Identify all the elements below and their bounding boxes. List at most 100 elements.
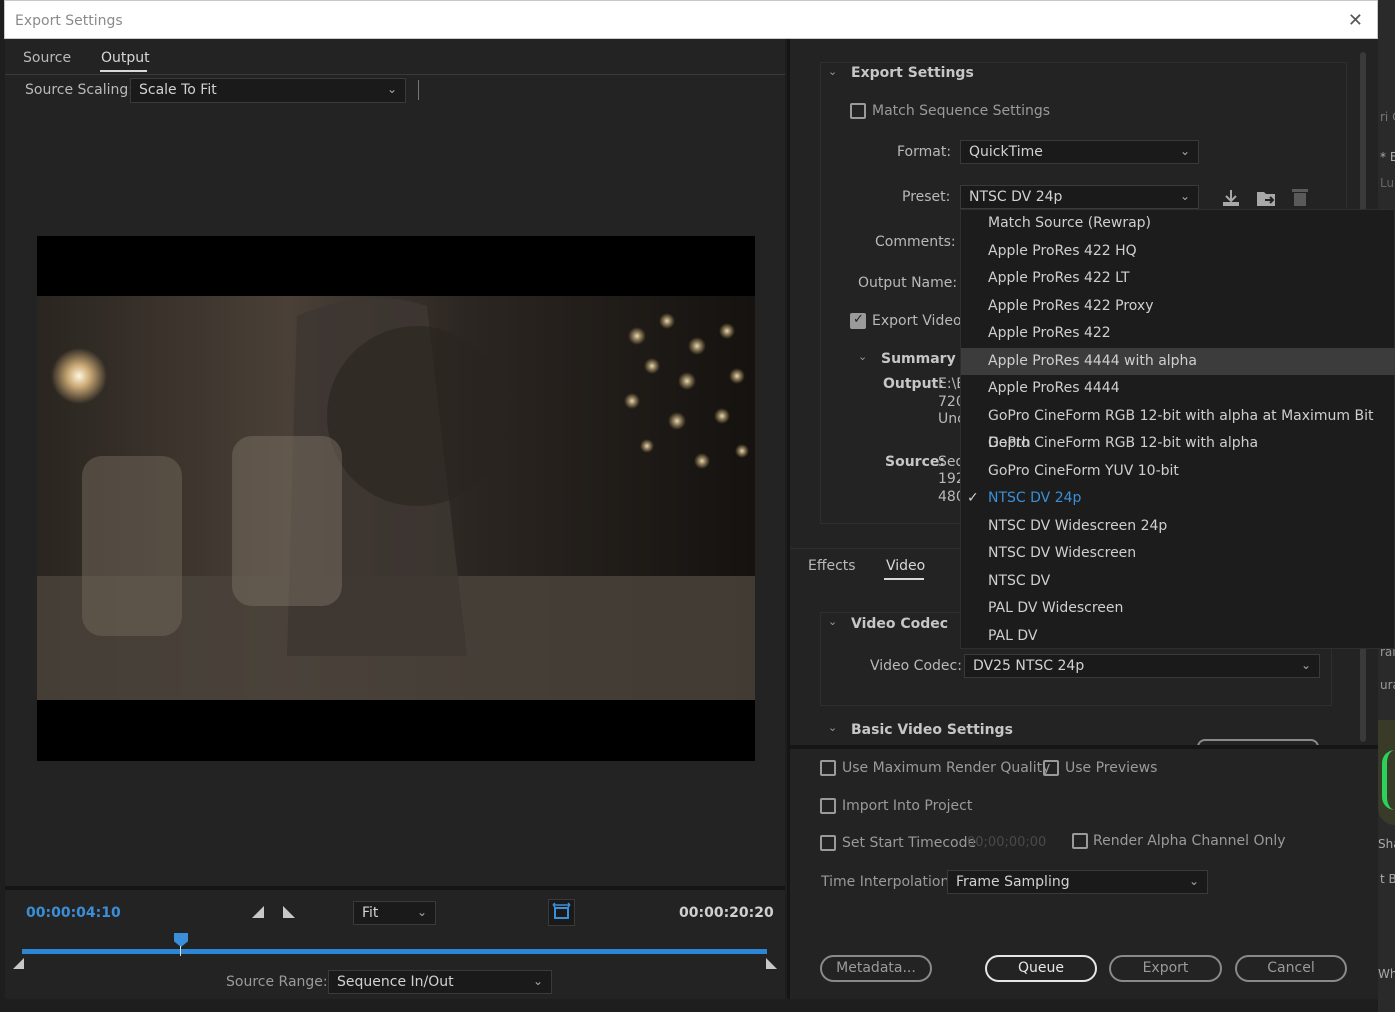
preset-menu-item[interactable]: Apple ProRes 422 LT <box>961 265 1395 292</box>
match-sequence-checkbox[interactable] <box>850 103 866 119</box>
tab-video[interactable]: Video <box>886 558 925 574</box>
in-handle-icon[interactable] <box>13 958 24 969</box>
queue-button[interactable]: Queue <box>985 955 1097 982</box>
source-scaling-dropdown[interactable]: Scale To Fit ⌄ <box>130 78 406 103</box>
edge-fragment: t B <box>1380 872 1395 886</box>
preset-menu-item[interactable]: PAL DV <box>961 623 1395 650</box>
preset-menu-item-label: NTSC DV Widescreen 24p <box>988 517 1168 534</box>
preset-menu-item-label: NTSC DV Widescreen <box>988 545 1137 561</box>
time-interpolation-dropdown[interactable]: Frame Sampling ⌄ <box>947 870 1208 894</box>
preset-menu-item[interactable]: Apple ProRes 4444 <box>961 375 1395 402</box>
edge-fragment: ri C <box>1380 110 1395 124</box>
chevron-down-icon[interactable]: ⌄ <box>828 721 837 734</box>
preset-dropdown[interactable]: NTSC DV 24p ⌄ <box>960 185 1199 209</box>
summary-heading: Summary <box>881 351 956 367</box>
chevron-down-icon: ⌄ <box>532 974 543 988</box>
preset-menu-item[interactable]: Match Source (Rewrap) <box>961 210 1395 237</box>
preset-menu-item[interactable]: Apple ProRes 422 <box>961 320 1395 347</box>
preset-menu-item-label: PAL DV Widescreen <box>988 600 1124 616</box>
start-timecode-field[interactable]: 00;00;00;00 <box>967 835 1046 850</box>
preset-menu-item[interactable]: GoPro CineForm YUV 10-bit <box>961 458 1395 485</box>
import-preset-icon[interactable] <box>1255 187 1279 209</box>
divider <box>5 74 785 75</box>
preset-menu-item-label: Apple ProRes 4444 <box>988 380 1120 396</box>
divider <box>5 886 785 890</box>
video-codec-value: DV25 NTSC 24p <box>973 658 1085 674</box>
max-render-label: Use Maximum Render Quality <box>842 760 1051 776</box>
chevron-down-icon[interactable]: ⌄ <box>828 65 837 78</box>
import-project-checkbox[interactable] <box>820 798 836 814</box>
divider <box>790 745 1378 749</box>
current-timecode[interactable]: 00:00:04:10 <box>26 905 121 921</box>
summary-output-label: Output: <box>883 376 944 392</box>
preset-menu-item[interactable]: ✓ NTSC DV 24p <box>961 485 1395 512</box>
out-handle-icon[interactable] <box>766 958 777 969</box>
trash-glyph <box>1292 189 1308 206</box>
preset-menu-item-label: NTSC DV 24p <box>988 490 1082 506</box>
export-button[interactable]: Export <box>1109 955 1222 982</box>
use-previews-checkbox[interactable] <box>1043 760 1059 776</box>
preset-menu-item[interactable]: GoPro CineForm RGB 12-bit with alpha <box>961 430 1395 457</box>
preset-menu-item[interactable]: GoPro CineForm RGB 12-bit with alpha at … <box>961 403 1395 451</box>
title-bar: Export Settings ✕ <box>4 0 1378 39</box>
duration-timecode: 00:00:20:20 <box>679 905 774 921</box>
preset-menu-item[interactable]: Apple ProRes 4444 with alpha <box>961 347 1395 375</box>
preset-menu-item[interactable]: NTSC DV <box>961 568 1395 595</box>
preset-menu-item-label: GoPro CineForm RGB 12-bit with alpha <box>988 435 1259 451</box>
time-interpolation-label: Time Interpolation: <box>821 874 955 890</box>
chevron-down-icon: ⌄ <box>386 82 397 96</box>
video-codec-heading: Video Codec <box>851 616 949 632</box>
preset-menu-item[interactable]: Apple ProRes 422 HQ <box>961 238 1395 265</box>
set-out-point-icon[interactable] <box>283 906 295 918</box>
preset-menu-item[interactable]: NTSC DV Widescreen <box>961 540 1395 567</box>
format-value: QuickTime <box>969 144 1043 160</box>
aspect-toggle-icon[interactable] <box>548 899 575 926</box>
cancel-button[interactable]: Cancel <box>1235 955 1347 982</box>
trash-icon[interactable] <box>1290 186 1310 208</box>
edge-fragment: Lu <box>1380 176 1395 190</box>
preset-menu-item[interactable]: Apple ProRes 422 Proxy <box>961 293 1395 320</box>
window-title: Export Settings <box>15 13 123 29</box>
max-render-checkbox[interactable] <box>820 760 836 776</box>
render-alpha-checkbox[interactable] <box>1072 833 1088 849</box>
metadata-button[interactable]: Metadata... <box>820 955 932 982</box>
save-preset-icon[interactable] <box>1220 187 1242 209</box>
set-in-point-icon[interactable] <box>252 906 264 918</box>
tab-output[interactable]: Output <box>101 50 150 66</box>
close-icon[interactable]: ✕ <box>1348 10 1363 31</box>
edge-fragment: * E <box>1380 150 1395 164</box>
chevron-down-icon: ⌄ <box>416 905 427 919</box>
source-range-dropdown[interactable]: Sequence In/Out ⌄ <box>328 970 552 994</box>
import-project-label: Import Into Project <box>842 798 973 814</box>
edge-fragment: ura <box>1380 678 1395 692</box>
video-codec-dropdown[interactable]: DV25 NTSC 24p ⌄ <box>964 654 1320 678</box>
tab-source[interactable]: Source <box>23 50 71 66</box>
start-timecode-checkbox[interactable] <box>820 835 836 851</box>
tab-effects[interactable]: Effects <box>808 558 856 574</box>
zoom-value: Fit <box>362 905 379 921</box>
comments-label: Comments: <box>875 234 956 250</box>
chevron-down-icon[interactable]: ⌄ <box>828 615 837 628</box>
export-video-checkbox[interactable] <box>850 312 866 329</box>
chevron-down-icon: ⌄ <box>1179 144 1190 158</box>
preset-menu-item-label: GoPro CineForm YUV 10-bit <box>988 462 1179 479</box>
use-previews-label: Use Previews <box>1065 760 1158 776</box>
preset-menu-item[interactable]: NTSC DV Widescreen 24p <box>961 513 1395 540</box>
tab-underline <box>884 578 924 580</box>
source-range-label: Source Range: <box>226 974 328 990</box>
source-range-value: Sequence In/Out <box>337 974 454 990</box>
preset-menu: Match Source (Rewrap) Apple ProRes 422 HQ… <box>960 209 1395 649</box>
zoom-dropdown[interactable]: Fit ⌄ <box>353 901 436 925</box>
chevron-down-icon: ⌄ <box>1188 874 1199 888</box>
preset-menu-item[interactable]: PAL DV Widescreen <box>961 595 1395 622</box>
video-codec-label: Video Codec: <box>870 658 962 674</box>
preset-menu-item-label: Apple ProRes 4444 with alpha <box>988 352 1198 369</box>
source-scaling-label: Source Scaling: <box>25 82 133 98</box>
format-label: Format: <box>897 144 952 160</box>
timeline-range-bar[interactable] <box>22 949 767 954</box>
basic-video-heading: Basic Video Settings <box>851 722 1013 738</box>
preset-menu-item-label: PAL DV <box>988 627 1038 644</box>
pane-splitter[interactable] <box>787 39 790 999</box>
format-dropdown[interactable]: QuickTime ⌄ <box>960 140 1199 164</box>
chevron-down-icon[interactable]: ⌄ <box>858 350 867 363</box>
